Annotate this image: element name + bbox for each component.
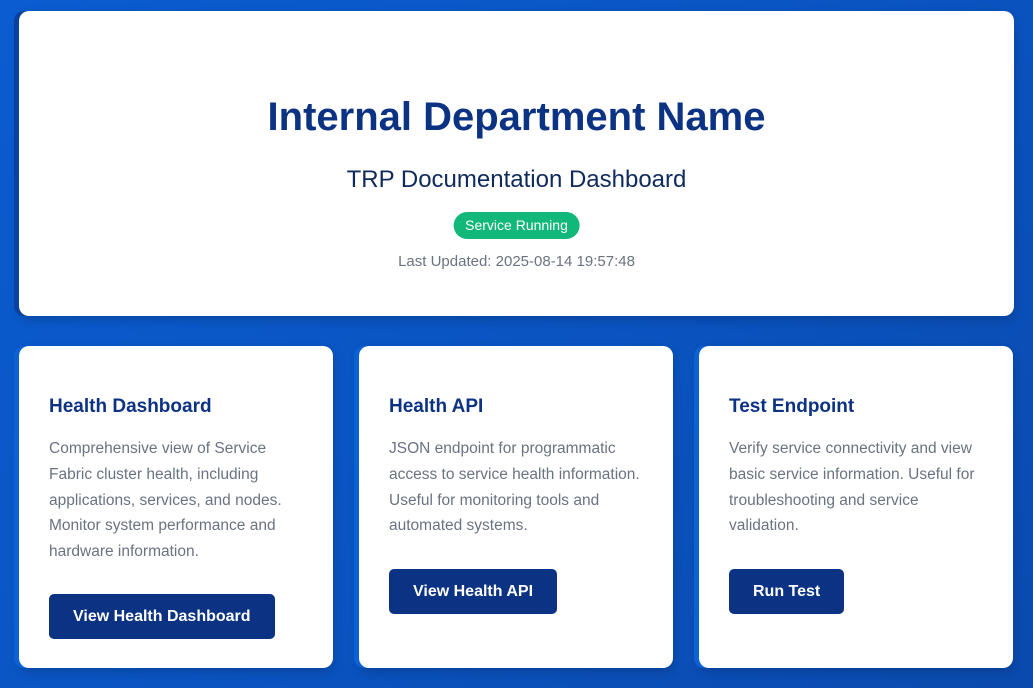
card-description: Comprehensive view of Service Fabric clu… [49,440,282,561]
header-card: Internal Department Name TRP Documentati… [19,11,1014,316]
view-health-dashboard-button[interactable]: View Health Dashboard [49,594,275,639]
card-title: Health API [389,396,484,417]
health-api-card: Health API JSON endpoint for programmati… [359,346,673,668]
test-endpoint-card: Test Endpoint Verify service connectivit… [699,346,1013,668]
last-updated: Last Updated: 2025-08-14 19:57:48 [19,253,1014,271]
last-updated-value: 2025-08-14 19:57:48 [495,253,635,270]
last-updated-label: Last Updated: [398,253,492,270]
view-health-api-button[interactable]: View Health API [389,569,558,614]
card-description: Verify service connectivity and view bas… [729,440,975,535]
status-badge: Service Running [453,212,580,239]
card-title: Health Dashboard [49,396,212,417]
page-subtitle: TRP Documentation Dashboard [346,166,687,193]
health-dashboard-card: Health Dashboard Comprehensive view of S… [19,346,333,668]
run-test-button[interactable]: Run Test [729,569,845,614]
card-title: Test Endpoint [729,396,855,417]
card-description: JSON endpoint for programmatic access to… [389,440,640,535]
department-name: Internal Department Name [267,95,766,139]
